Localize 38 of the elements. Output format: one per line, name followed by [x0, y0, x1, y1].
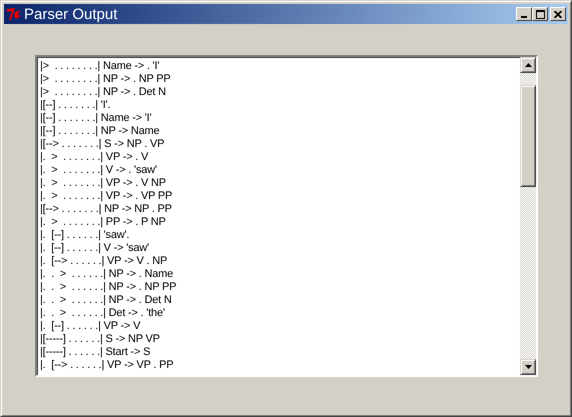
output-line: |. . > . . . . . .| NP -> . Name [40, 268, 174, 281]
output-line: |. . > . . . . . .| Det -> . 'the' [40, 307, 166, 320]
output-line: |[--] . . . . . . .| Name -> 'I' [40, 112, 152, 125]
output-line: |. [--] . . . . . .| 'saw'. [40, 229, 130, 242]
output-line: |. [--] . . . . . .| VP -> V [40, 320, 142, 333]
output-line: |[-----] . . . . . .| Start -> S [40, 346, 152, 359]
minimize-button[interactable] [516, 7, 532, 21]
output-line: |. [--] . . . . . .| V -> 'saw' [40, 242, 150, 255]
scroll-down-button[interactable] [520, 359, 536, 375]
close-button[interactable] [550, 7, 566, 21]
feather-icon [6, 7, 22, 21]
output-text-area[interactable] [35, 55, 538, 377]
output-line: |> . . . . . . . .| NP -> . Det N [40, 86, 167, 99]
output-line: |. . > . . . . . .| NP -> . Det N [40, 294, 173, 307]
maximize-button[interactable] [532, 7, 548, 21]
output-line: |. > . . . . . . .| PP -> . P NP [40, 216, 167, 229]
output-line: |. [--> . . . . . .| VP -> V . NP [40, 255, 168, 268]
window-title: Parser Output [24, 6, 118, 22]
down-arrow-icon [524, 365, 532, 369]
output-line: |> . . . . . . . .| NP -> . NP PP [40, 73, 172, 86]
output-line: |> . . . . . . . .| Name -> . 'I' [40, 60, 160, 73]
output-line: |. > . . . . . . .| VP -> . V [40, 151, 150, 164]
maximize-icon [536, 10, 544, 18]
output-line: |. > . . . . . . .| V -> . 'saw' [40, 164, 158, 177]
scroll-thumb[interactable] [520, 85, 536, 187]
output-line: |[--> . . . . . . .| NP -> NP . PP [40, 203, 173, 216]
output-line: |[--] . . . . . . .| 'I'. [40, 99, 112, 112]
output-line: |. [--> . . . . . .| VP -> VP . PP [40, 359, 174, 372]
close-icon [554, 10, 562, 18]
output-line: |. . > . . . . . .| NP -> . NP PP [40, 281, 178, 294]
output-line: |. > . . . . . . .| VP -> . V NP [40, 177, 167, 190]
up-arrow-icon [524, 63, 532, 67]
scroll-up-button[interactable] [520, 57, 536, 73]
output-line: |[-----] . . . . . .| S -> NP VP [40, 333, 161, 346]
output-line: |[--> . . . . . . .| S -> NP . VP [40, 138, 166, 151]
output-line: |[--] . . . . . . .| NP -> Name [40, 125, 160, 138]
scrollbar[interactable] [520, 57, 536, 375]
output-line: |. > . . . . . . .| VP -> . VP PP [40, 190, 174, 203]
